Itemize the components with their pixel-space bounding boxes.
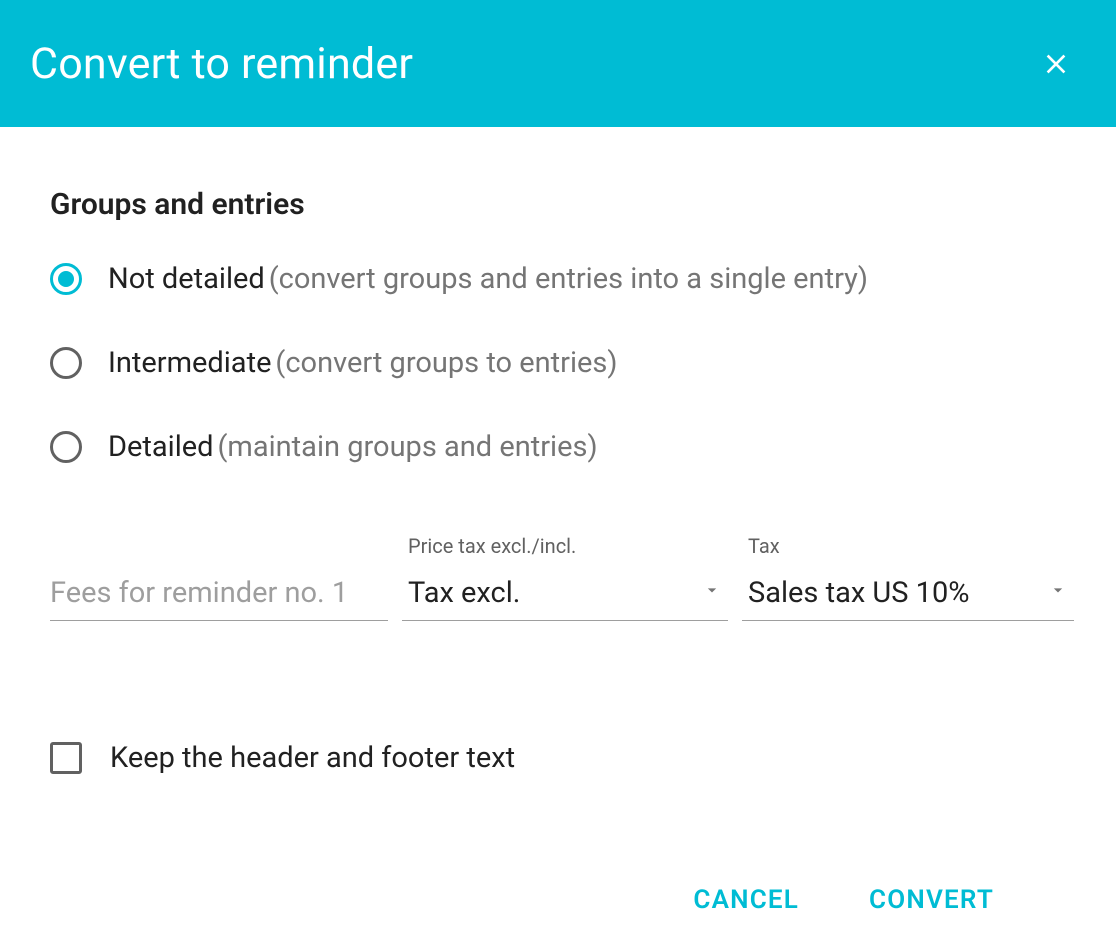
radio-detailed[interactable]: Detailed (maintain groups and entries) [50, 430, 1066, 464]
checkbox-icon [50, 742, 82, 774]
close-button[interactable] [1032, 40, 1080, 88]
tax-field: Tax Sales tax US 10% [742, 534, 1074, 621]
tax-value: Sales tax US 10% [742, 572, 1074, 621]
radio-intermediate[interactable]: Intermediate (convert groups to entries) [50, 346, 1066, 380]
convert-button[interactable]: CONVERT [869, 885, 994, 915]
radio-hint: (convert groups to entries) [275, 346, 617, 380]
radio-label: Intermediate [108, 346, 271, 380]
tax-label: Tax [742, 534, 1074, 558]
price-tax-label: Price tax excl./incl. [402, 534, 728, 558]
radio-icon [50, 431, 82, 463]
price-tax-value: Tax excl. [402, 572, 728, 621]
price-tax-select[interactable]: Tax excl. [402, 572, 728, 621]
cancel-button[interactable]: CANCEL [693, 885, 799, 915]
radio-hint: (maintain groups and entries) [217, 430, 597, 464]
radio-label: Detailed [108, 430, 214, 464]
keep-header-footer-checkbox[interactable]: Keep the header and footer text [50, 741, 1066, 775]
radio-icon [50, 347, 82, 379]
close-icon [1040, 48, 1072, 80]
chevron-down-icon [702, 580, 722, 600]
dialog-title: Convert to reminder [30, 39, 413, 89]
section-title: Groups and entries [50, 187, 1066, 222]
fee-input[interactable] [50, 572, 388, 621]
radio-label: Not detailed [108, 262, 265, 296]
chevron-down-icon [1048, 580, 1068, 600]
dialog-body: Groups and entries Not detailed (convert… [0, 127, 1116, 915]
detail-level-radio-group: Not detailed (convert groups and entries… [50, 262, 1066, 464]
checkbox-label: Keep the header and footer text [110, 741, 515, 775]
radio-hint: (convert groups and entries into a singl… [269, 262, 868, 296]
fee-field [50, 572, 388, 621]
dialog-actions: CANCEL CONVERT [50, 885, 1066, 915]
dialog-header: Convert to reminder [0, 0, 1116, 127]
convert-to-reminder-dialog: Convert to reminder Groups and entries N… [0, 0, 1116, 915]
radio-icon [50, 263, 82, 295]
tax-select[interactable]: Sales tax US 10% [742, 572, 1074, 621]
form-row: Price tax excl./incl. Tax excl. Tax Sale… [50, 534, 1066, 621]
price-tax-field: Price tax excl./incl. Tax excl. [402, 534, 728, 621]
radio-not-detailed[interactable]: Not detailed (convert groups and entries… [50, 262, 1066, 296]
